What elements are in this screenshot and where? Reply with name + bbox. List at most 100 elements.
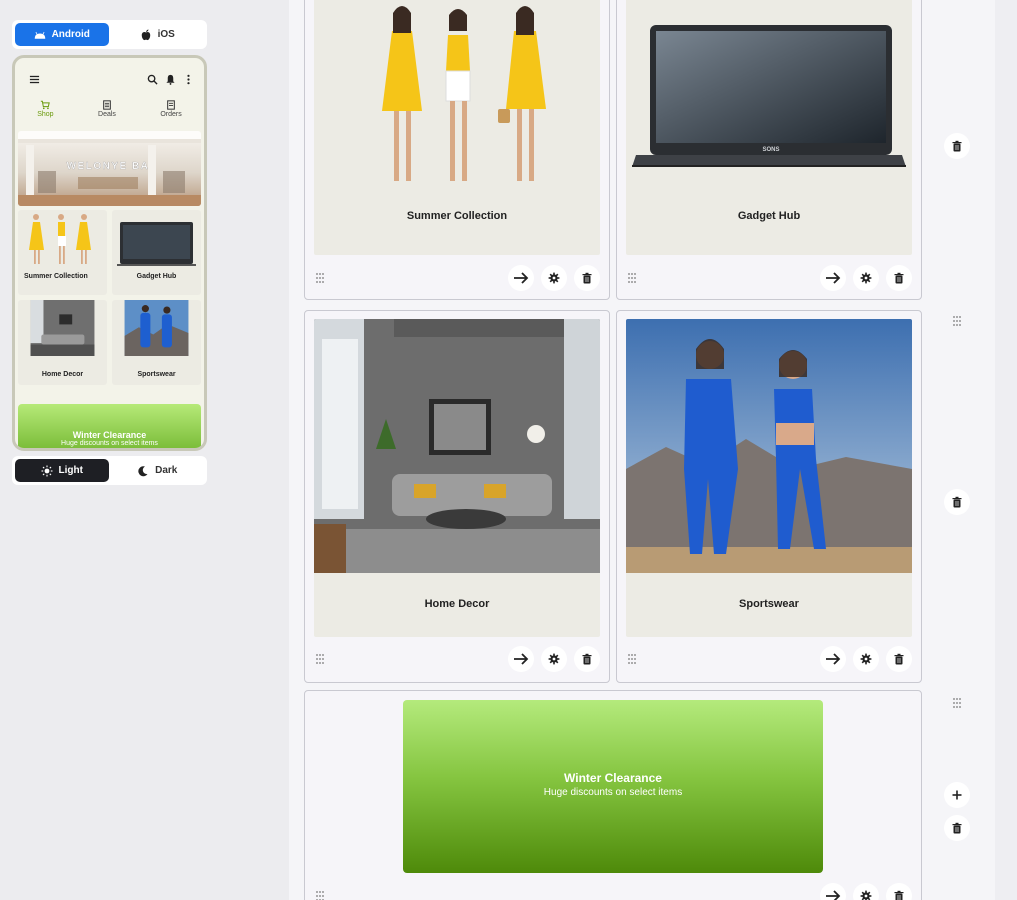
home-decor-image bbox=[314, 319, 600, 573]
editor-card-home[interactable]: Home Decor bbox=[304, 310, 610, 683]
row-drag-handle-icon[interactable] bbox=[951, 697, 963, 709]
preview-card-gadget-label: Gadget Hub bbox=[136, 273, 177, 280]
arrow-right-icon bbox=[826, 653, 841, 665]
editor-banner-subtitle: Huge discounts on select items bbox=[543, 787, 683, 798]
drag-handle-icon[interactable] bbox=[314, 272, 326, 284]
plus-icon bbox=[952, 790, 962, 800]
settings-button[interactable] bbox=[541, 265, 567, 291]
navigate-button[interactable] bbox=[508, 646, 534, 672]
search-icon[interactable] bbox=[147, 74, 158, 85]
drag-handle-icon[interactable] bbox=[626, 272, 638, 284]
preview-card-summer-label: Summer Collection bbox=[24, 273, 88, 280]
editor-banner[interactable]: Winter Clearance Huge discounts on selec… bbox=[403, 700, 823, 873]
row-delete-button[interactable] bbox=[944, 489, 970, 515]
nav-shop-label: Shop bbox=[37, 111, 54, 118]
drag-handle-icon[interactable] bbox=[314, 653, 326, 665]
drag-handle-icon[interactable] bbox=[626, 653, 638, 665]
preview-card-home[interactable]: Home Decor bbox=[18, 300, 107, 385]
row-delete-button[interactable] bbox=[944, 133, 970, 159]
phone-nav: Shop Deals Orders bbox=[15, 100, 204, 130]
preview-card-gadget[interactable]: Gadget Hub bbox=[112, 210, 201, 295]
editor-card-gadget-footer bbox=[626, 265, 912, 291]
gear-icon bbox=[548, 653, 560, 665]
gadget-hub-image: SONS bbox=[626, 0, 912, 191]
editor-card-home-body: Home Decor bbox=[314, 319, 600, 637]
editor-card-summer[interactable]: Summer Collection bbox=[304, 0, 610, 300]
trash-icon bbox=[952, 496, 962, 508]
trash-icon bbox=[894, 890, 904, 900]
preview-card-home-label: Home Decor bbox=[41, 371, 84, 378]
summer-collection-image bbox=[314, 0, 600, 191]
editor-banner-title: Winter Clearance bbox=[564, 771, 662, 785]
nav-deals[interactable]: Deals bbox=[98, 100, 116, 130]
trash-icon bbox=[952, 822, 962, 834]
nav-orders-label: Orders bbox=[160, 111, 182, 118]
more-vert-icon[interactable] bbox=[183, 74, 194, 85]
light-tab[interactable]: Light bbox=[15, 459, 109, 482]
platform-toggle: Android iOS bbox=[12, 20, 207, 49]
sun-icon bbox=[41, 465, 53, 476]
moon-icon bbox=[138, 465, 148, 476]
preview-banner-title: Winter Clearance bbox=[72, 430, 147, 440]
row-drag-handle-icon[interactable] bbox=[951, 315, 963, 327]
settings-button[interactable] bbox=[541, 646, 567, 672]
trash-icon bbox=[894, 272, 904, 284]
preview-card-sports[interactable]: Sportswear bbox=[112, 300, 201, 385]
editor-card-sports[interactable]: Sportswear bbox=[616, 310, 922, 683]
hero-store-text: WELONYE BA bbox=[67, 161, 150, 172]
editor-card-summer-title: Summer Collection bbox=[406, 210, 508, 222]
row-delete-button[interactable] bbox=[944, 815, 970, 841]
delete-button[interactable] bbox=[574, 646, 600, 672]
arrow-right-icon bbox=[826, 272, 841, 284]
navigate-button[interactable] bbox=[820, 883, 846, 900]
settings-button[interactable] bbox=[853, 265, 879, 291]
editor-card-summer-footer bbox=[314, 265, 600, 291]
ios-tab[interactable]: iOS bbox=[111, 23, 205, 46]
ios-label: iOS bbox=[157, 29, 175, 40]
trash-icon bbox=[952, 140, 962, 152]
dark-tab[interactable]: Dark bbox=[111, 459, 205, 482]
navigate-button[interactable] bbox=[820, 265, 846, 291]
editor-card-sports-body: Sportswear bbox=[626, 319, 912, 637]
bell-icon[interactable] bbox=[165, 74, 176, 85]
receipt-icon bbox=[167, 100, 175, 110]
delete-button[interactable] bbox=[886, 883, 912, 900]
list-icon bbox=[103, 100, 111, 110]
page-scrollbar[interactable] bbox=[995, 0, 1017, 900]
delete-button[interactable] bbox=[886, 646, 912, 672]
preview-banner-subtitle: Huge discounts on select items bbox=[61, 440, 158, 447]
editor-card-gadget-title: Gadget Hub bbox=[737, 210, 801, 222]
row-add-button[interactable] bbox=[944, 782, 970, 808]
settings-button[interactable] bbox=[853, 646, 879, 672]
light-label: Light bbox=[58, 465, 83, 476]
editor-card-summer-body: Summer Collection bbox=[314, 0, 600, 255]
phone-preview: Shop Deals Orders WELONYE BA Summer Coll… bbox=[12, 55, 207, 451]
preview-banner[interactable]: Winter Clearance Huge discounts on selec… bbox=[18, 404, 201, 448]
navigate-button[interactable] bbox=[508, 265, 534, 291]
dark-label: Dark bbox=[155, 465, 178, 476]
nav-orders[interactable]: Orders bbox=[160, 100, 182, 130]
theme-toggle: Light Dark bbox=[12, 456, 207, 485]
trash-icon bbox=[582, 272, 592, 284]
delete-button[interactable] bbox=[574, 265, 600, 291]
editor-banner-block[interactable]: Winter Clearance Huge discounts on selec… bbox=[304, 690, 922, 900]
editor-banner-footer bbox=[314, 883, 912, 900]
android-tab[interactable]: Android bbox=[15, 23, 109, 46]
nav-deals-label: Deals bbox=[98, 111, 116, 118]
editor-canvas: Summer Collection SONS Gadget Hub Home D… bbox=[289, 0, 995, 900]
editor-card-home-title: Home Decor bbox=[424, 598, 490, 610]
arrow-right-icon bbox=[826, 890, 841, 900]
navigate-button[interactable] bbox=[820, 646, 846, 672]
settings-button[interactable] bbox=[853, 883, 879, 900]
menu-icon[interactable] bbox=[29, 74, 40, 85]
apple-icon bbox=[141, 29, 150, 40]
editor-card-home-footer bbox=[314, 646, 600, 672]
delete-button[interactable] bbox=[886, 265, 912, 291]
preview-card-summer[interactable]: Summer Collection bbox=[18, 210, 107, 295]
gear-icon bbox=[860, 890, 872, 900]
nav-shop[interactable]: Shop bbox=[37, 100, 54, 130]
editor-card-gadget-body: SONS Gadget Hub bbox=[626, 0, 912, 255]
drag-handle-icon[interactable] bbox=[314, 890, 326, 900]
cart-icon bbox=[41, 100, 51, 110]
editor-card-gadget[interactable]: SONS Gadget Hub bbox=[616, 0, 922, 300]
